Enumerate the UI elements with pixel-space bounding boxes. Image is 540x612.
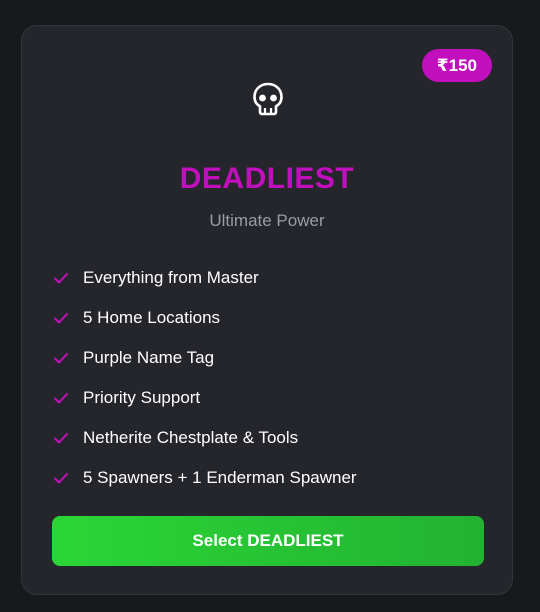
feature-item: Everything from Master	[53, 258, 357, 298]
skull-icon	[253, 82, 283, 116]
plan-title: DEADLIEST	[179, 162, 355, 195]
check-icon	[54, 393, 68, 404]
feature-item: 5 Spawners + 1 Enderman Spawner	[53, 458, 357, 498]
feature-list: Everything from Master 5 Home Locations …	[53, 258, 357, 498]
feature-label: Everything from Master	[83, 268, 259, 287]
feature-item: 5 Home Locations	[53, 298, 357, 338]
feature-label: 5 Spawners + 1 Enderman Spawner	[83, 468, 357, 487]
feature-item: Purple Name Tag	[53, 338, 357, 378]
feature-label: Priority Support	[83, 388, 201, 407]
check-icon	[54, 473, 68, 484]
price-badge: ₹150	[421, 49, 492, 82]
plan-subtitle: Ultimate Power	[209, 211, 325, 230]
plan-card: ₹150 DEADLIEST Ultimate Power Everything…	[21, 25, 513, 595]
select-plan-button[interactable]: Select DEADLIEST	[52, 516, 484, 566]
check-icon	[54, 313, 68, 324]
check-icon	[54, 273, 68, 284]
check-icon	[54, 433, 68, 444]
feature-label: Netherite Chestplate & Tools	[83, 428, 299, 447]
feature-label: 5 Home Locations	[83, 308, 221, 327]
feature-item: Priority Support	[53, 378, 357, 418]
feature-item: Netherite Chestplate & Tools	[53, 418, 357, 458]
check-icon	[54, 353, 68, 364]
feature-label: Purple Name Tag	[83, 348, 215, 367]
